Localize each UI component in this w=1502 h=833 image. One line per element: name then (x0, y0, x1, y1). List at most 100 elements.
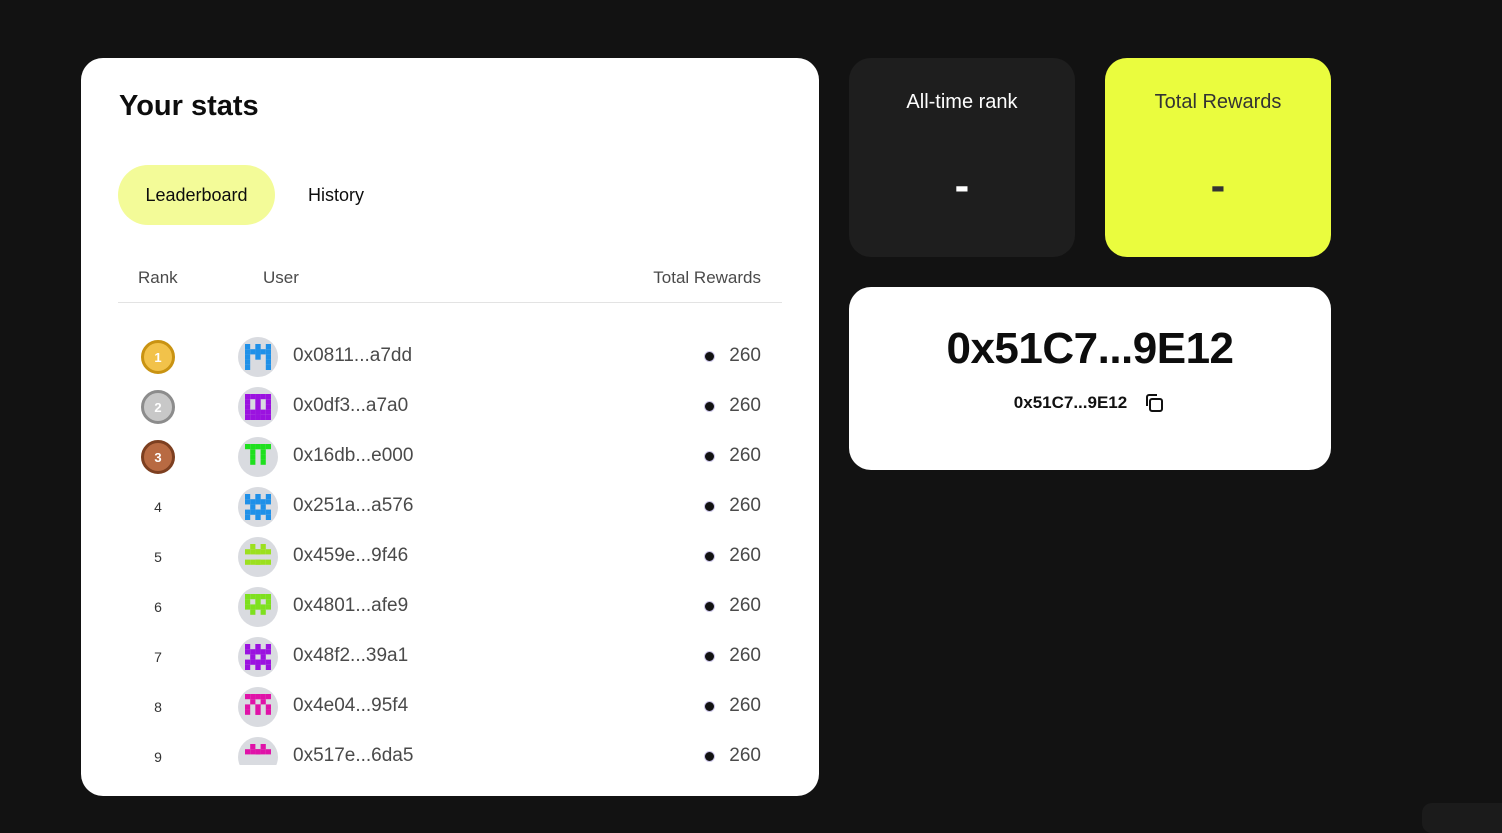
identicon-icon (245, 344, 271, 370)
reward-value: 260 (729, 595, 761, 616)
column-user-header: User (263, 268, 299, 287)
rank-cell: 7 (138, 637, 178, 677)
rank-number: 9 (154, 749, 162, 765)
reward-value: 260 (729, 445, 761, 466)
tab-history[interactable]: History (283, 165, 389, 225)
tab-leaderboard[interactable]: Leaderboard (118, 165, 275, 225)
column-rewards-header: Total Rewards (653, 268, 761, 287)
avatar (238, 387, 278, 427)
corner-widget (1422, 803, 1502, 833)
reward-value: 260 (729, 345, 761, 366)
leaderboard-list[interactable]: 1 0x0811...a7dd 260 2 0x0df3...a7a0 260 3 0x16d… (118, 332, 782, 765)
column-rank-header: Rank (138, 268, 178, 287)
reward-value: 260 (729, 545, 761, 566)
rank-cell: 6 (138, 587, 178, 627)
reward-value: 260 (729, 395, 761, 416)
reward-value: 260 (729, 745, 761, 765)
leaderboard-row[interactable]: 6 0x4801...afe9 260 (118, 582, 782, 632)
leaderboard-row[interactable]: 8 0x4e04...95f4 260 (118, 682, 782, 732)
user-address: 0x0811...a7dd (293, 345, 413, 366)
total-rewards-tile: Total Rewards - (1105, 58, 1331, 257)
reward-amount: 260 (704, 645, 761, 667)
stats-card: Your stats Leaderboard History Rank User… (81, 58, 819, 796)
copy-icon[interactable] (1142, 391, 1166, 415)
wallet-address-card: 0x51C7...9E12 0x51C7...9E12 (849, 287, 1331, 470)
identicon-icon (245, 544, 271, 565)
reward-amount: 260 (704, 595, 761, 617)
reward-amount: 260 (704, 445, 761, 467)
rank-number: 4 (154, 499, 162, 515)
rank-number: 6 (154, 599, 162, 615)
identicon-icon (245, 444, 271, 465)
coin-icon (704, 700, 716, 712)
identicon-icon (245, 744, 271, 755)
leaderboard-header: Rank User Total Rewards (118, 262, 782, 303)
avatar (238, 487, 278, 527)
avatar (238, 587, 278, 627)
identicon-icon (245, 594, 271, 615)
reward-value: 260 (729, 695, 761, 716)
user-address: 0x517e...6da5 (293, 745, 414, 765)
coin-icon (704, 550, 716, 562)
leaderboard-row[interactable]: 3 0x16db...e000 260 (118, 432, 782, 482)
coin-icon (704, 600, 716, 612)
rank-number: 8 (154, 699, 162, 715)
avatar (238, 537, 278, 577)
avatar (238, 637, 278, 677)
rank-cell: 5 (138, 537, 178, 577)
reward-value: 260 (729, 495, 761, 516)
rank-cell: 1 (138, 337, 178, 377)
gold-medal-icon: 1 (141, 340, 175, 374)
all-time-rank-value: - (954, 161, 970, 210)
user-address: 0x48f2...39a1 (293, 645, 409, 666)
reward-amount: 260 (704, 545, 761, 567)
stats-tabs: Leaderboard History (118, 165, 389, 225)
leaderboard-row[interactable]: 5 0x459e...9f46 260 (118, 532, 782, 582)
leaderboard-row[interactable]: 9 0x517e...6da5 260 (118, 732, 782, 765)
avatar (238, 687, 278, 727)
user-address: 0x0df3...a7a0 (293, 395, 409, 416)
user-address: 0x4e04...95f4 (293, 695, 409, 716)
rank-cell: 3 (138, 437, 178, 477)
coin-icon (704, 450, 716, 462)
rank-cell: 9 (138, 737, 178, 765)
wallet-address-large: 0x51C7...9E12 (946, 324, 1234, 373)
leaderboard-row[interactable]: 2 0x0df3...a7a0 260 (118, 382, 782, 432)
all-time-rank-tile: All-time rank - (849, 58, 1075, 257)
coin-icon (704, 750, 716, 762)
reward-amount: 260 (704, 745, 761, 765)
bronze-medal-icon: 3 (141, 440, 175, 474)
reward-amount: 260 (704, 695, 761, 717)
identicon-icon (245, 644, 271, 670)
coin-icon (704, 350, 716, 362)
wallet-address-row: 0x51C7...9E12 (849, 391, 1331, 415)
all-time-rank-label: All-time rank (906, 91, 1018, 113)
avatar (238, 437, 278, 477)
rank-cell: 4 (138, 487, 178, 527)
user-address: 0x16db...e000 (293, 445, 414, 466)
coin-icon (704, 650, 716, 662)
rank-cell: 2 (138, 387, 178, 427)
user-address: 0x4801...afe9 (293, 595, 409, 616)
identicon-icon (245, 694, 271, 715)
reward-value: 260 (729, 645, 761, 666)
reward-amount: 260 (704, 395, 761, 417)
total-rewards-label: Total Rewards (1154, 91, 1282, 113)
rank-number: 5 (154, 549, 162, 565)
identicon-icon (245, 394, 271, 420)
leaderboard-row[interactable]: 1 0x0811...a7dd 260 (118, 332, 782, 382)
identicon-icon (245, 494, 271, 520)
user-address: 0x459e...9f46 (293, 545, 409, 566)
avatar (238, 337, 278, 377)
reward-amount: 260 (704, 495, 761, 517)
coin-icon (704, 500, 716, 512)
stats-title: Your stats (119, 90, 259, 122)
leaderboard-row[interactable]: 4 0x251a...a576 260 (118, 482, 782, 532)
coin-icon (704, 400, 716, 412)
wallet-address-small: 0x51C7...9E12 (1013, 393, 1128, 412)
reward-amount: 260 (704, 345, 761, 367)
rank-number: 7 (154, 649, 162, 665)
total-rewards-value: - (1210, 161, 1226, 210)
silver-medal-icon: 2 (141, 390, 175, 424)
leaderboard-row[interactable]: 7 0x48f2...39a1 260 (118, 632, 782, 682)
